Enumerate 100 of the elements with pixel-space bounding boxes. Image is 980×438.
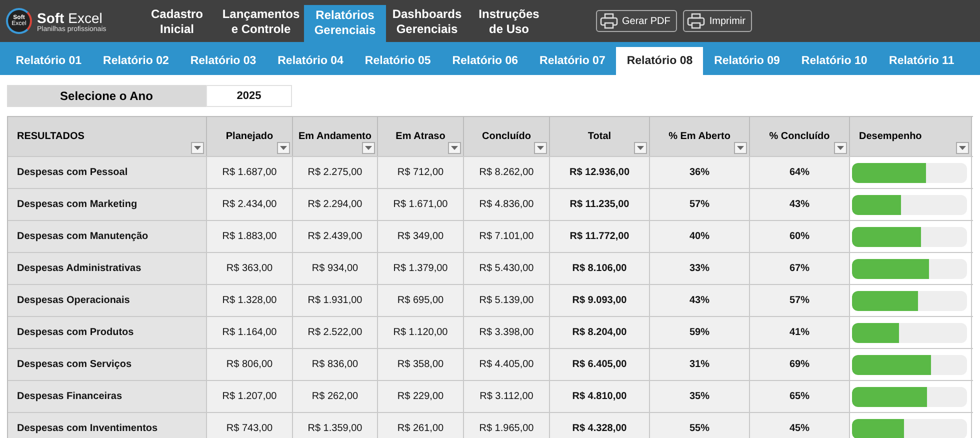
table-cell: 41% [750,317,850,348]
table-cell: 35% [650,381,750,412]
filter-dropdown[interactable] [191,142,204,154]
column-header: Em Atraso [378,117,464,156]
table-cell: R$ 1.207,00 [207,381,293,412]
table-cell: R$ 1.965,00 [464,413,550,438]
year-label: Selecione o Ano [7,85,206,107]
table-cell: R$ 836,00 [293,349,378,380]
report-tab[interactable]: Relatório 09 [703,47,791,75]
filter-dropdown[interactable] [734,142,747,154]
column-header: RESULTADOS [8,117,207,156]
table-cell: Despesas com Marketing [8,189,207,220]
table-cell: R$ 4.328,00 [550,413,650,438]
table-cell: 36% [650,157,750,188]
table-cell: R$ 712,00 [378,157,464,188]
caret-down-icon [280,146,287,150]
caret-down-icon [637,146,644,150]
table-cell: 67% [750,253,850,284]
table-cell: Despesas Financeiras [8,381,207,412]
table-cell: R$ 11.772,00 [550,221,650,252]
print-button[interactable]: Gerar PDF [596,10,678,32]
table-cell: R$ 4.810,00 [550,381,650,412]
table-cell: R$ 229,00 [378,381,464,412]
report-tab[interactable]: Relatório 10 [790,47,878,75]
nav-tab[interactable]: Relatórios Gerenciais [304,5,386,42]
table-cell: Despesas com Produtos [8,317,207,348]
table-cell: R$ 743,00 [207,413,293,438]
table-cell: R$ 8.106,00 [550,253,650,284]
filter-dropdown[interactable] [362,142,375,154]
column-header: Em Andamento [293,117,378,156]
table-cell: R$ 2.439,00 [293,221,378,252]
table-cell: R$ 363,00 [207,253,293,284]
report-tab[interactable]: Relatório 06 [441,47,529,75]
filter-dropdown[interactable] [634,142,647,154]
filter-dropdown[interactable] [448,142,461,154]
table-cell: 31% [650,349,750,380]
nav-tab[interactable]: Dashboards Gerenciais [386,0,468,42]
report-tab[interactable]: Relatório 02 [92,47,180,75]
table-cell: R$ 1.931,00 [293,285,378,316]
caret-down-icon [194,146,201,150]
table-cell: R$ 2.522,00 [293,317,378,348]
table-cell: R$ 3.398,00 [464,317,550,348]
table-cell: R$ 8.262,00 [464,157,550,188]
table-cell: R$ 349,00 [378,221,464,252]
table-cell: Despesas Administrativas [8,253,207,284]
column-header: Concluído [464,117,550,156]
report-tab[interactable]: Relatório 11 [878,47,966,75]
table-cell: R$ 4.405,00 [464,349,550,380]
table-cell: 69% [750,349,850,380]
table-cell: 65% [750,381,850,412]
filter-dropdown[interactable] [956,142,969,154]
report-tab[interactable]: Relatório 03 [180,47,267,75]
table-cell: R$ 695,00 [378,285,464,316]
table-cell: 60% [750,221,850,252]
table-cell: Despesas com Pessoal [8,157,207,188]
nav-tab[interactable]: Cadastro Inicial [136,0,218,42]
filter-dropdown[interactable] [277,142,290,154]
brand-name: Soft Excel [37,10,104,26]
caret-down-icon [365,146,372,150]
table-cell: R$ 2.434,00 [207,189,293,220]
table-cell: R$ 9.093,00 [550,285,650,316]
table-cell: R$ 1.328,00 [207,285,293,316]
report-tab[interactable]: Relatório 07 [528,47,616,75]
report-tab[interactable]: Relatório 05 [354,47,442,75]
caret-down-icon [537,146,544,150]
table-cell: Despesas com Manutenção [8,221,207,252]
nav-tab[interactable]: Lançamentos e Controle [218,0,304,42]
table-cell: Despesas com Serviços [8,349,207,380]
table-cell: R$ 1.359,00 [293,413,378,438]
table-cell: R$ 934,00 [293,253,378,284]
table-cell: R$ 2.275,00 [293,157,378,188]
printer-icon [687,13,706,29]
column-header: % Em Aberto [650,117,750,156]
table-cell: R$ 1.687,00 [207,157,293,188]
table-cell: 43% [650,285,750,316]
table-cell: R$ 1.671,00 [378,189,464,220]
report-tab[interactable]: Relatório 08 [616,47,704,75]
table-cell: R$ 5.139,00 [464,285,550,316]
column-header: Desempenho [850,117,972,156]
table-cell: R$ 2.294,00 [293,189,378,220]
filter-dropdown[interactable] [534,142,547,154]
table-cell: Despesas Operacionais [8,285,207,316]
report-tab[interactable]: Relatório 01 [5,47,92,75]
year-field[interactable]: 2025 [206,85,292,107]
table-cell: R$ 8.204,00 [550,317,650,348]
table-cell: 59% [650,317,750,348]
caret-down-icon [959,146,966,150]
report-tab[interactable]: Relatório 04 [266,47,354,75]
table-cell: R$ 1.883,00 [207,221,293,252]
column-header: Total [550,117,650,156]
table-cell: R$ 3.112,00 [464,381,550,412]
nav-tab[interactable]: Instruções de Uso [468,0,550,42]
printer-icon [600,13,618,29]
table-cell: 45% [750,413,850,438]
table-cell: 55% [650,413,750,438]
table-cell: 40% [650,221,750,252]
filter-dropdown[interactable] [834,142,847,154]
column-header: Planejado [207,117,293,156]
print-button[interactable]: Imprimir [683,10,752,32]
table-cell: 64% [750,157,850,188]
